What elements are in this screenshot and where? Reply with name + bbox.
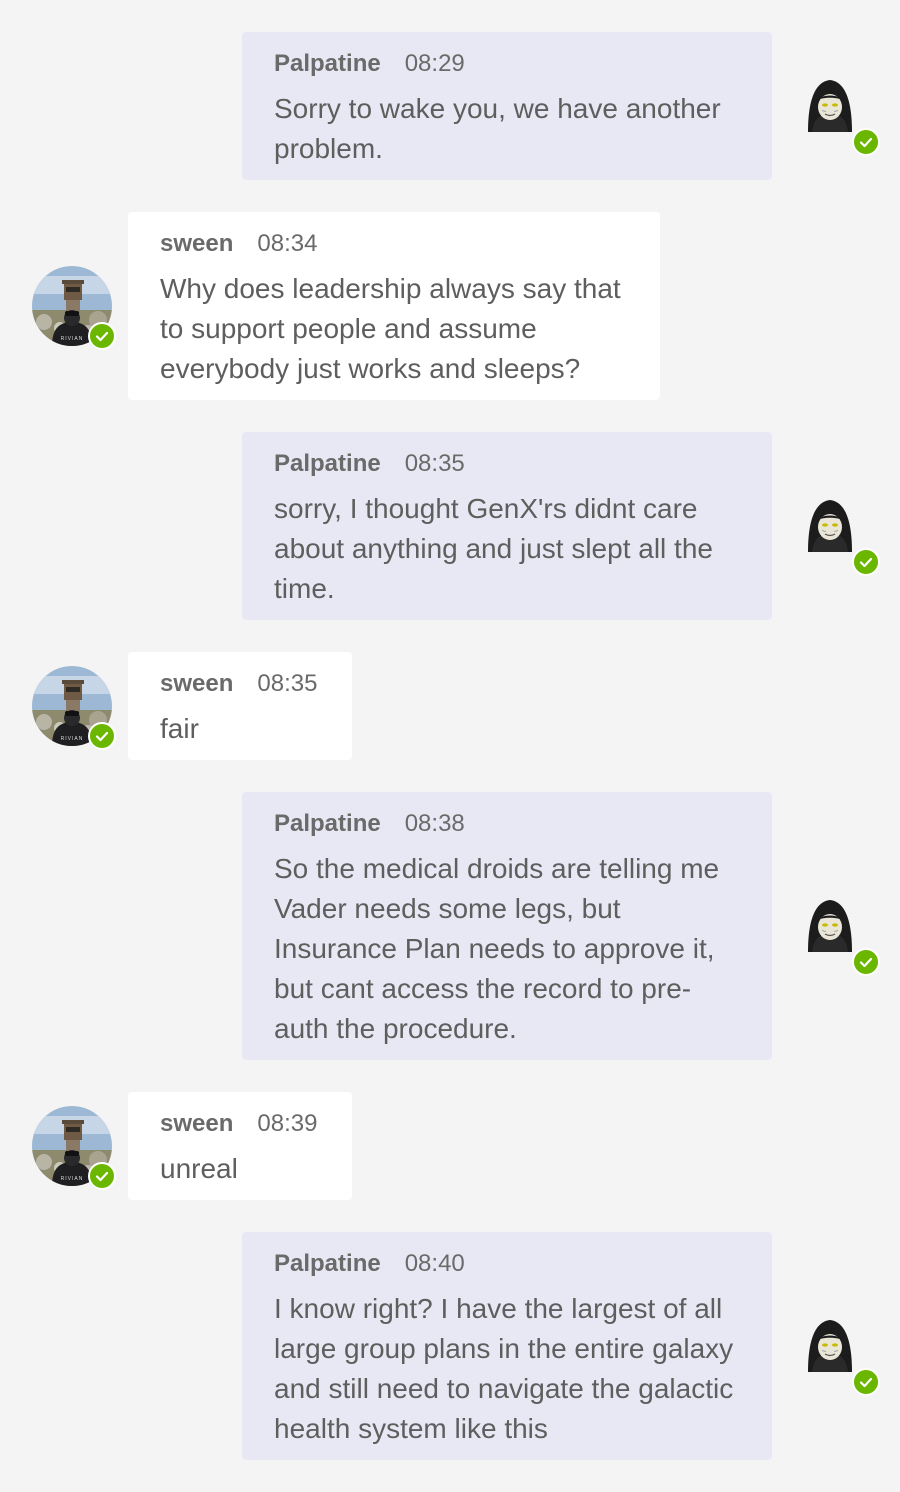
message-bubble[interactable]: Palpatine 08:29 Sorry to wake you, we hav…	[242, 32, 772, 180]
palpatine-avatar[interactable]	[796, 492, 880, 576]
message-timestamp: 08:29	[404, 50, 465, 77]
message-bubble[interactable]: sween 08:39 unreal	[128, 1092, 352, 1200]
message-header: sween 08:35	[160, 669, 320, 699]
message-header: Palpatine 08:40	[274, 1249, 740, 1279]
svg-text:RIVIAN: RIVIAN	[61, 736, 84, 742]
svg-text:RIVIAN: RIVIAN	[61, 336, 84, 342]
message-bubble[interactable]: Palpatine 08:35 sorry, I thought GenX'rs …	[242, 432, 772, 620]
palpatine-avatar[interactable]	[796, 892, 880, 976]
message-text: I know right? I have the largest of all …	[274, 1293, 734, 1444]
message-text: Why does leadership always say that to s…	[160, 273, 621, 384]
message-header: Palpatine 08:29	[274, 49, 740, 79]
palpatine-picture	[798, 1314, 862, 1378]
message-text: sorry, I thought GenX'rs didnt care abou…	[274, 493, 713, 604]
message-bubble[interactable]: sween 08:34 Why does leadership always sa…	[128, 212, 660, 400]
message-header: sween 08:39	[160, 1109, 320, 1139]
message-bubble[interactable]: sween 08:35 fair	[128, 652, 352, 760]
check-icon	[854, 130, 878, 154]
presence-available-badge	[852, 128, 880, 156]
presence-available-badge	[852, 1368, 880, 1396]
sender-name: Palpatine	[274, 450, 381, 477]
message-timestamp: 08:38	[404, 810, 465, 837]
sender-name: sween	[160, 230, 234, 257]
message-bubble[interactable]: Palpatine 08:38 So the medical droids are…	[242, 792, 772, 1060]
sween-avatar[interactable]: RIVIAN	[32, 1106, 116, 1190]
presence-available-badge	[852, 548, 880, 576]
presence-available-badge	[88, 1162, 116, 1190]
palpatine-picture	[798, 74, 862, 138]
presence-available-badge	[88, 322, 116, 350]
check-icon	[854, 1370, 878, 1394]
presence-available-badge	[88, 722, 116, 750]
message-bubble[interactable]: Palpatine 08:40 I know right? I have the …	[242, 1232, 772, 1460]
message-timestamp: 08:35	[404, 450, 465, 477]
check-icon	[90, 724, 114, 748]
message-text: unreal	[160, 1153, 238, 1184]
palpatine-avatar[interactable]	[796, 72, 880, 156]
check-icon	[90, 1164, 114, 1188]
message-timestamp: 08:40	[404, 1250, 465, 1277]
chat-thread: Palpatine 08:29 Sorry to wake you, we hav…	[0, 0, 900, 1492]
palpatine-picture	[798, 494, 862, 558]
message-timestamp: 08:35	[257, 670, 318, 697]
svg-text:RIVIAN: RIVIAN	[61, 1176, 84, 1182]
message-text: So the medical droids are telling me Vad…	[274, 853, 720, 1044]
message-timestamp: 08:34	[257, 230, 318, 257]
sender-name: Palpatine	[274, 1250, 381, 1277]
sender-name: Palpatine	[274, 810, 381, 837]
sender-name: sween	[160, 1110, 234, 1137]
check-icon	[854, 550, 878, 574]
message-header: Palpatine 08:38	[274, 809, 740, 839]
check-icon	[90, 324, 114, 348]
sween-avatar[interactable]: RIVIAN	[32, 266, 116, 350]
presence-available-badge	[852, 948, 880, 976]
palpatine-picture	[798, 894, 862, 958]
sender-name: Palpatine	[274, 50, 381, 77]
sender-name: sween	[160, 670, 234, 697]
message-header: Palpatine 08:35	[274, 449, 740, 479]
message-text: fair	[160, 713, 199, 744]
palpatine-avatar[interactable]	[796, 1312, 880, 1396]
sween-avatar[interactable]: RIVIAN	[32, 666, 116, 750]
message-header: sween 08:34	[160, 229, 628, 259]
check-icon	[854, 950, 878, 974]
message-timestamp: 08:39	[257, 1110, 318, 1137]
message-text: Sorry to wake you, we have another probl…	[274, 93, 721, 164]
